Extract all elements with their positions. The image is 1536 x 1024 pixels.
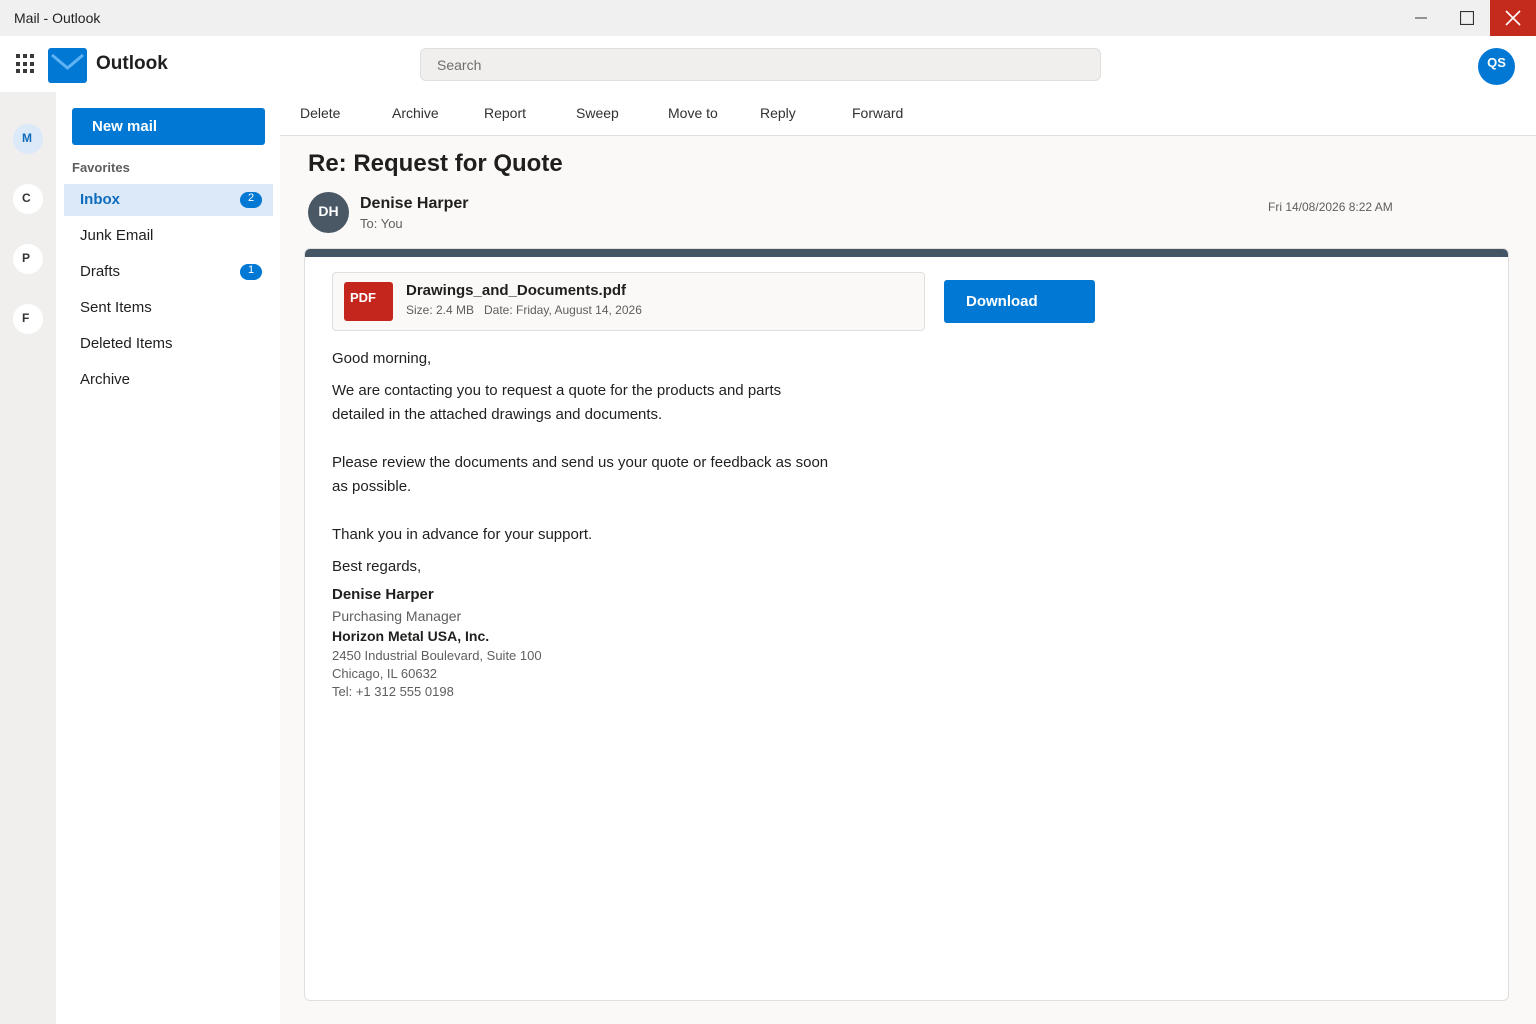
rail-item-files[interactable]: F (13, 304, 43, 334)
search-input[interactable] (421, 49, 1100, 80)
app-name: Outlook (96, 53, 168, 74)
signature-address-line-2: Chicago, IL 60632 (332, 666, 438, 681)
search-box[interactable] (420, 48, 1101, 81)
attachment-card[interactable] (332, 272, 925, 331)
unread-count-badge: 1 (240, 264, 262, 280)
folder-label: Junk Email (80, 227, 154, 244)
delete-button[interactable]: Delete (300, 105, 340, 121)
signature-title: Purchasing Manager (332, 608, 462, 624)
signature-address-line-1: 2450 Industrial Boulevard, Suite 100 (332, 648, 542, 663)
message-body-card (304, 248, 1509, 1001)
attachment-date: Date: Friday, August 14, 2026 (484, 303, 642, 317)
thanks-text: Thank you in advance for your support. (332, 526, 593, 543)
body-paragraph-1-line-1: We are contacting you to request a quote… (332, 382, 782, 399)
reply-button[interactable]: Reply (760, 105, 796, 121)
rail-item-calendar[interactable]: C (13, 184, 43, 214)
maximize-button[interactable] (1444, 0, 1490, 36)
folder-label: Inbox (80, 191, 120, 208)
folder-deleted-items[interactable]: Deleted Items (64, 328, 273, 360)
message-subject: Re: Request for Quote (308, 150, 563, 177)
header-accent-bar (305, 249, 1508, 257)
signature-phone: Tel: +1 312 555 0198 (332, 684, 454, 699)
folder-label: Deleted Items (80, 335, 173, 352)
attachment-name[interactable]: Drawings_and_Documents.pdf (406, 282, 626, 299)
account-avatar[interactable]: QS (1478, 48, 1515, 85)
maximize-icon (1460, 11, 1474, 25)
sender-name[interactable]: Denise Harper (360, 195, 469, 213)
sender-avatar: DH (308, 192, 349, 233)
body-paragraph-2-line-2: as possible. (332, 478, 412, 495)
signature-name: Denise Harper (332, 586, 434, 603)
forward-button[interactable]: Forward (852, 105, 903, 121)
pdf-file-icon: PDF (344, 282, 393, 321)
rail-item-mail[interactable]: M (13, 124, 43, 154)
close-icon (1505, 10, 1521, 26)
folder-label: Sent Items (80, 299, 152, 316)
new-mail-button[interactable]: New mail (72, 108, 265, 145)
rail-item-people[interactable]: P (13, 244, 43, 274)
report-button[interactable]: Report (484, 105, 526, 121)
body-paragraph-2-line-1: Please review the documents and send us … (332, 454, 829, 471)
sweep-button[interactable]: Sweep (576, 105, 619, 121)
command-toolbar: Delete Archive Report Sweep Move to Repl… (280, 92, 1536, 136)
outlook-logo-icon (48, 48, 87, 83)
minimize-icon (1415, 17, 1427, 19)
move-to-button[interactable]: Move to (668, 105, 718, 121)
window-title: Mail - Outlook (14, 10, 101, 26)
folder-archive[interactable]: Archive (64, 364, 273, 396)
folder-drafts[interactable]: Drafts 1 (64, 256, 273, 288)
message-timestamp: Fri 14/08/2026 8:22 AM (1268, 200, 1393, 214)
folder-junk-email[interactable]: Junk Email (64, 220, 273, 252)
body-paragraph-1-line-2: detailed in the attached drawings and do… (332, 406, 663, 423)
folder-pane: New mail Favorites Inbox 2 Junk Email Dr… (56, 92, 280, 1024)
signature-company: Horizon Metal USA, Inc. (332, 628, 490, 644)
download-button[interactable]: Download (944, 280, 1095, 323)
folder-label: Archive (80, 371, 131, 388)
greeting-text: Good morning, (332, 350, 432, 367)
folder-label: Drafts (80, 263, 121, 280)
attachment-size: Size: 2.4 MB (406, 303, 475, 317)
title-bar: Mail - Outlook (0, 0, 1536, 36)
unread-count-badge: 2 (240, 192, 262, 208)
folder-inbox[interactable]: Inbox 2 (64, 184, 273, 216)
folder-sent-items[interactable]: Sent Items (64, 292, 273, 324)
minimize-button[interactable] (1398, 0, 1444, 36)
app-header: Outlook QS (0, 36, 1536, 92)
closing-text: Best regards, (332, 558, 422, 575)
app-launcher-icon[interactable] (16, 54, 36, 74)
favorites-header: Favorites (72, 160, 130, 175)
close-button[interactable] (1490, 0, 1536, 36)
archive-button[interactable]: Archive (392, 105, 439, 121)
app-rail: M C P F (0, 92, 56, 1024)
recipient-line: To: You (360, 216, 403, 231)
